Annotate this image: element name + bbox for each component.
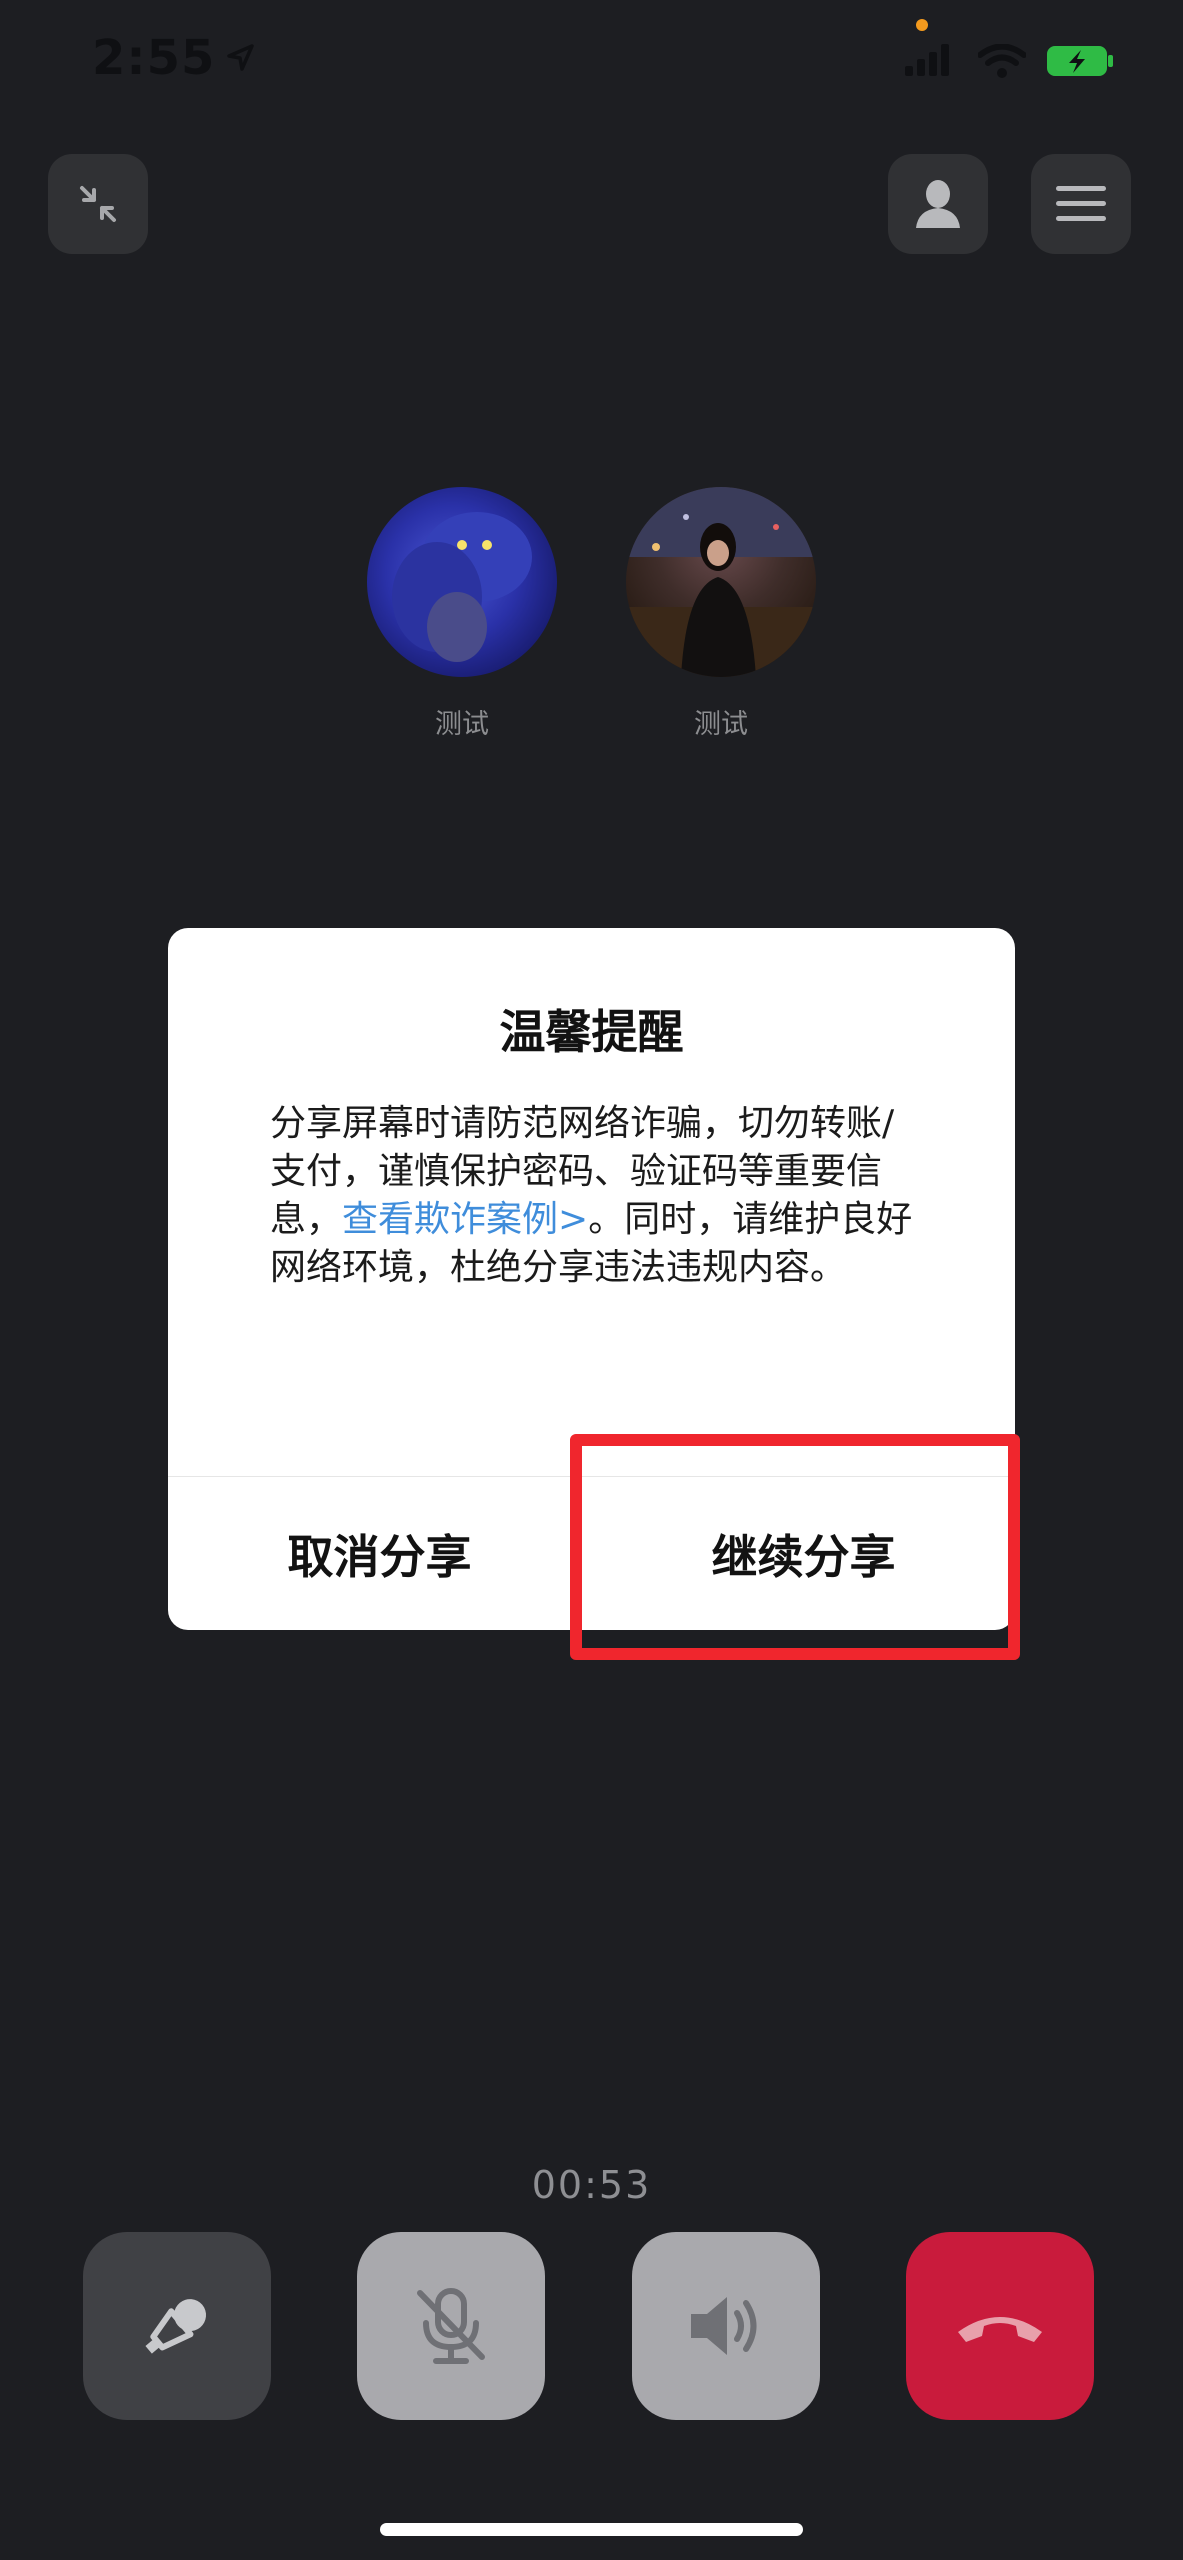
view-fraud-cases-link[interactable]: 查看欺诈案例> xyxy=(342,1199,588,1240)
contacts-button[interactable] xyxy=(888,154,988,254)
highlight-box xyxy=(570,1434,1020,1660)
call-timer: 00:53 xyxy=(531,2163,652,2207)
mic-off-icon xyxy=(417,2288,485,2364)
cancel-share-button[interactable]: 取消分享 xyxy=(168,1477,591,1630)
hangup-button[interactable] xyxy=(906,2232,1094,2420)
menu-button[interactable] xyxy=(1031,154,1131,254)
menu-icon xyxy=(1056,186,1106,221)
dialog-message: 分享屏幕时请防范网络诈骗，切勿转账/支付，谨慎保护密码、验证码等重要信息，查看欺… xyxy=(270,1100,920,1292)
dialog-title: 温馨提醒 xyxy=(499,1005,684,1059)
participant-name: 测试 xyxy=(435,709,489,740)
participant-name: 测试 xyxy=(694,709,748,740)
wifi-icon xyxy=(978,44,1026,78)
status-bar-time: 2:55 xyxy=(92,30,255,86)
status-time-text: 2:55 xyxy=(92,30,216,86)
mute-mic-button[interactable] xyxy=(357,2232,545,2420)
participant-avatar[interactable] xyxy=(626,487,816,677)
minimize-icon xyxy=(80,186,116,222)
participant-avatar[interactable] xyxy=(367,487,557,677)
avatar-image xyxy=(392,512,532,662)
flip-camera-button[interactable] xyxy=(83,2232,271,2420)
speaker-button[interactable] xyxy=(632,2232,820,2420)
privacy-indicator-dot xyxy=(916,19,928,31)
location-arrow-icon xyxy=(227,44,255,71)
avatar-image xyxy=(626,487,816,677)
cellular-signal-icon xyxy=(905,44,949,76)
person-icon xyxy=(916,180,960,228)
flip-camera-icon xyxy=(145,2299,207,2354)
battery-charging-icon xyxy=(1047,46,1113,76)
hangup-phone-icon xyxy=(958,2317,1042,2342)
home-indicator xyxy=(380,2523,803,2536)
speaker-icon xyxy=(691,2297,757,2355)
minimize-button[interactable] xyxy=(48,154,148,254)
